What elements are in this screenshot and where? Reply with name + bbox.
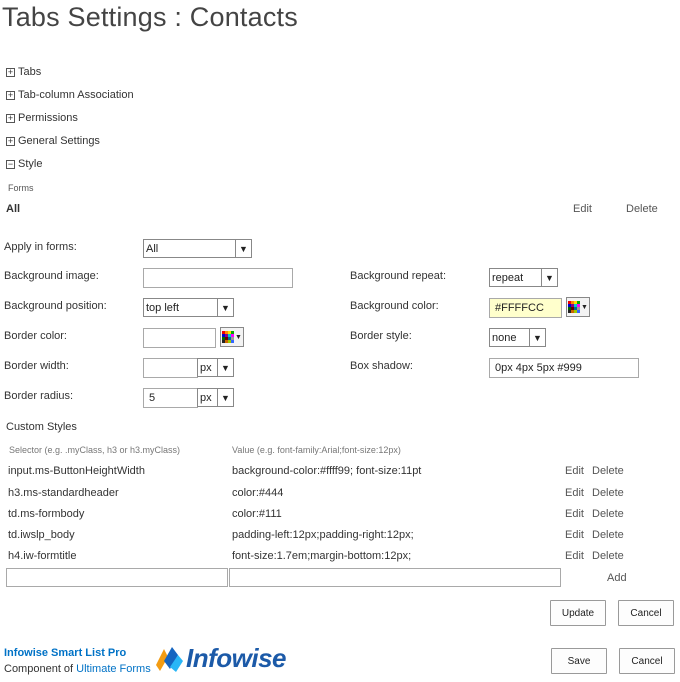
infowise-logo-icon <box>156 646 183 672</box>
apply-in-forms-label: Apply in forms: <box>4 241 77 253</box>
table-row-selector: h4.iw-formtitle <box>8 550 77 562</box>
color-palette-icon[interactable]: ▼ <box>220 327 244 347</box>
selector-column-header: Selector (e.g. .myClass, h3 or h3.myClas… <box>9 445 181 455</box>
selected-value: All <box>146 242 159 255</box>
border-width-label: Border width: <box>4 360 69 372</box>
add-button[interactable]: Add <box>607 572 627 584</box>
plus-box-icon[interactable]: + <box>6 90 15 100</box>
background-color-label: Background color: <box>350 300 439 312</box>
delete-link[interactable]: Delete <box>626 203 658 215</box>
background-image-label: Background image: <box>4 270 99 282</box>
plus-box-icon[interactable]: + <box>6 136 15 146</box>
box-shadow-input[interactable]: 0px 4px 5px #999 <box>489 358 639 378</box>
selected-value: repeat <box>492 271 524 284</box>
section-tabs[interactable]: + Tabs <box>6 66 41 78</box>
border-color-input[interactable] <box>143 328 216 348</box>
forms-label: Forms <box>8 183 34 193</box>
box-shadow-label: Box shadow: <box>350 360 413 372</box>
chevron-down-icon[interactable]: ▼ <box>217 389 233 406</box>
table-row-value: font-size:1.7em;margin-bottom:12px; <box>232 550 412 562</box>
apply-in-forms-select[interactable]: All ▼ <box>143 239 252 258</box>
logo-text: Infowise <box>186 643 287 673</box>
plus-box-icon[interactable]: + <box>6 67 15 77</box>
chevron-down-icon[interactable]: ▼ <box>541 269 557 286</box>
infowise-logo: Infowise <box>154 643 287 674</box>
minus-box-icon[interactable]: − <box>6 159 15 169</box>
row-delete-link[interactable]: Delete <box>592 487 624 499</box>
border-width-unit-select[interactable]: px ▼ <box>197 358 234 377</box>
selected-value: top left <box>146 301 180 314</box>
border-style-label: Border style: <box>350 330 412 342</box>
cancel-button[interactable]: Cancel <box>618 600 674 626</box>
product-name: Infowise Smart List Pro <box>4 647 127 659</box>
border-radius-unit-select[interactable]: px ▼ <box>197 388 234 407</box>
chevron-down-icon[interactable]: ▼ <box>235 240 251 257</box>
section-label[interactable]: Style <box>18 158 42 170</box>
row-edit-link[interactable]: Edit <box>565 465 584 477</box>
table-row-selector: h3.ms-standardheader <box>8 487 119 499</box>
table-row-value: background-color:#ffff99; font-size:11pt <box>232 465 422 477</box>
border-width-input[interactable] <box>143 358 198 378</box>
table-row-selector: td.iwslp_body <box>8 529 75 541</box>
background-position-select[interactable]: top left ▼ <box>143 298 234 317</box>
ultimate-forms-link[interactable]: Ultimate Forms <box>76 663 151 675</box>
background-repeat-label: Background repeat: <box>350 270 447 282</box>
save-button[interactable]: Save <box>551 648 607 674</box>
section-general-settings[interactable]: + General Settings <box>6 135 100 147</box>
new-value-input[interactable] <box>229 568 561 587</box>
border-radius-input[interactable]: 5 <box>143 388 198 408</box>
border-color-label: Border color: <box>4 330 67 342</box>
row-edit-link[interactable]: Edit <box>565 550 584 562</box>
table-row-value: color:#111 <box>232 508 282 520</box>
background-color-input[interactable]: #FFFFCC <box>489 298 562 318</box>
edit-link[interactable]: Edit <box>573 203 592 215</box>
row-edit-link[interactable]: Edit <box>565 487 584 499</box>
plus-box-icon[interactable]: + <box>6 113 15 123</box>
chevron-down-icon[interactable]: ▼ <box>529 329 545 346</box>
background-repeat-select[interactable]: repeat ▼ <box>489 268 558 287</box>
table-row-value: padding-left:12px;padding-right:12px; <box>232 529 414 541</box>
background-position-label: Background position: <box>4 300 107 312</box>
component-of-text: Component of Ultimate Forms <box>4 663 151 675</box>
custom-styles-title: Custom Styles <box>6 421 77 433</box>
section-permissions[interactable]: + Permissions <box>6 112 78 124</box>
chevron-down-icon[interactable]: ▼ <box>217 359 233 376</box>
row-delete-link[interactable]: Delete <box>592 529 624 541</box>
page-title: Tabs Settings : Contacts <box>2 2 298 32</box>
section-label[interactable]: Tabs <box>18 66 41 78</box>
row-delete-link[interactable]: Delete <box>592 465 624 477</box>
selected-value: px <box>200 361 212 374</box>
border-radius-label: Border radius: <box>4 390 74 402</box>
section-label[interactable]: Permissions <box>18 112 78 124</box>
cancel-button-footer[interactable]: Cancel <box>619 648 675 674</box>
table-row-value: color:#444 <box>232 487 284 499</box>
new-selector-input[interactable] <box>6 568 228 587</box>
chevron-down-icon[interactable]: ▼ <box>217 299 233 316</box>
section-label[interactable]: Tab-column Association <box>18 89 134 101</box>
row-delete-link[interactable]: Delete <box>592 508 624 520</box>
row-delete-link[interactable]: Delete <box>592 550 624 562</box>
table-row-selector: td.ms-formbody <box>8 508 85 520</box>
selected-value: px <box>200 391 212 404</box>
row-edit-link[interactable]: Edit <box>565 508 584 520</box>
value-column-header: Value (e.g. font-family:Arial;font-size:… <box>232 445 401 455</box>
selected-value: none <box>492 331 517 344</box>
background-image-input[interactable] <box>143 268 293 288</box>
component-of-label: Component of <box>4 663 77 675</box>
color-palette-icon[interactable]: ▼ <box>566 297 590 317</box>
section-label[interactable]: General Settings <box>18 135 100 147</box>
all-forms-label: All <box>6 203 21 215</box>
border-style-select[interactable]: none ▼ <box>489 328 546 347</box>
table-row-selector: input.ms-ButtonHeightWidth <box>8 465 145 477</box>
section-style[interactable]: − Style <box>6 158 42 170</box>
section-tab-column-association[interactable]: + Tab-column Association <box>6 89 134 101</box>
row-edit-link[interactable]: Edit <box>565 529 584 541</box>
update-button[interactable]: Update <box>550 600 606 626</box>
